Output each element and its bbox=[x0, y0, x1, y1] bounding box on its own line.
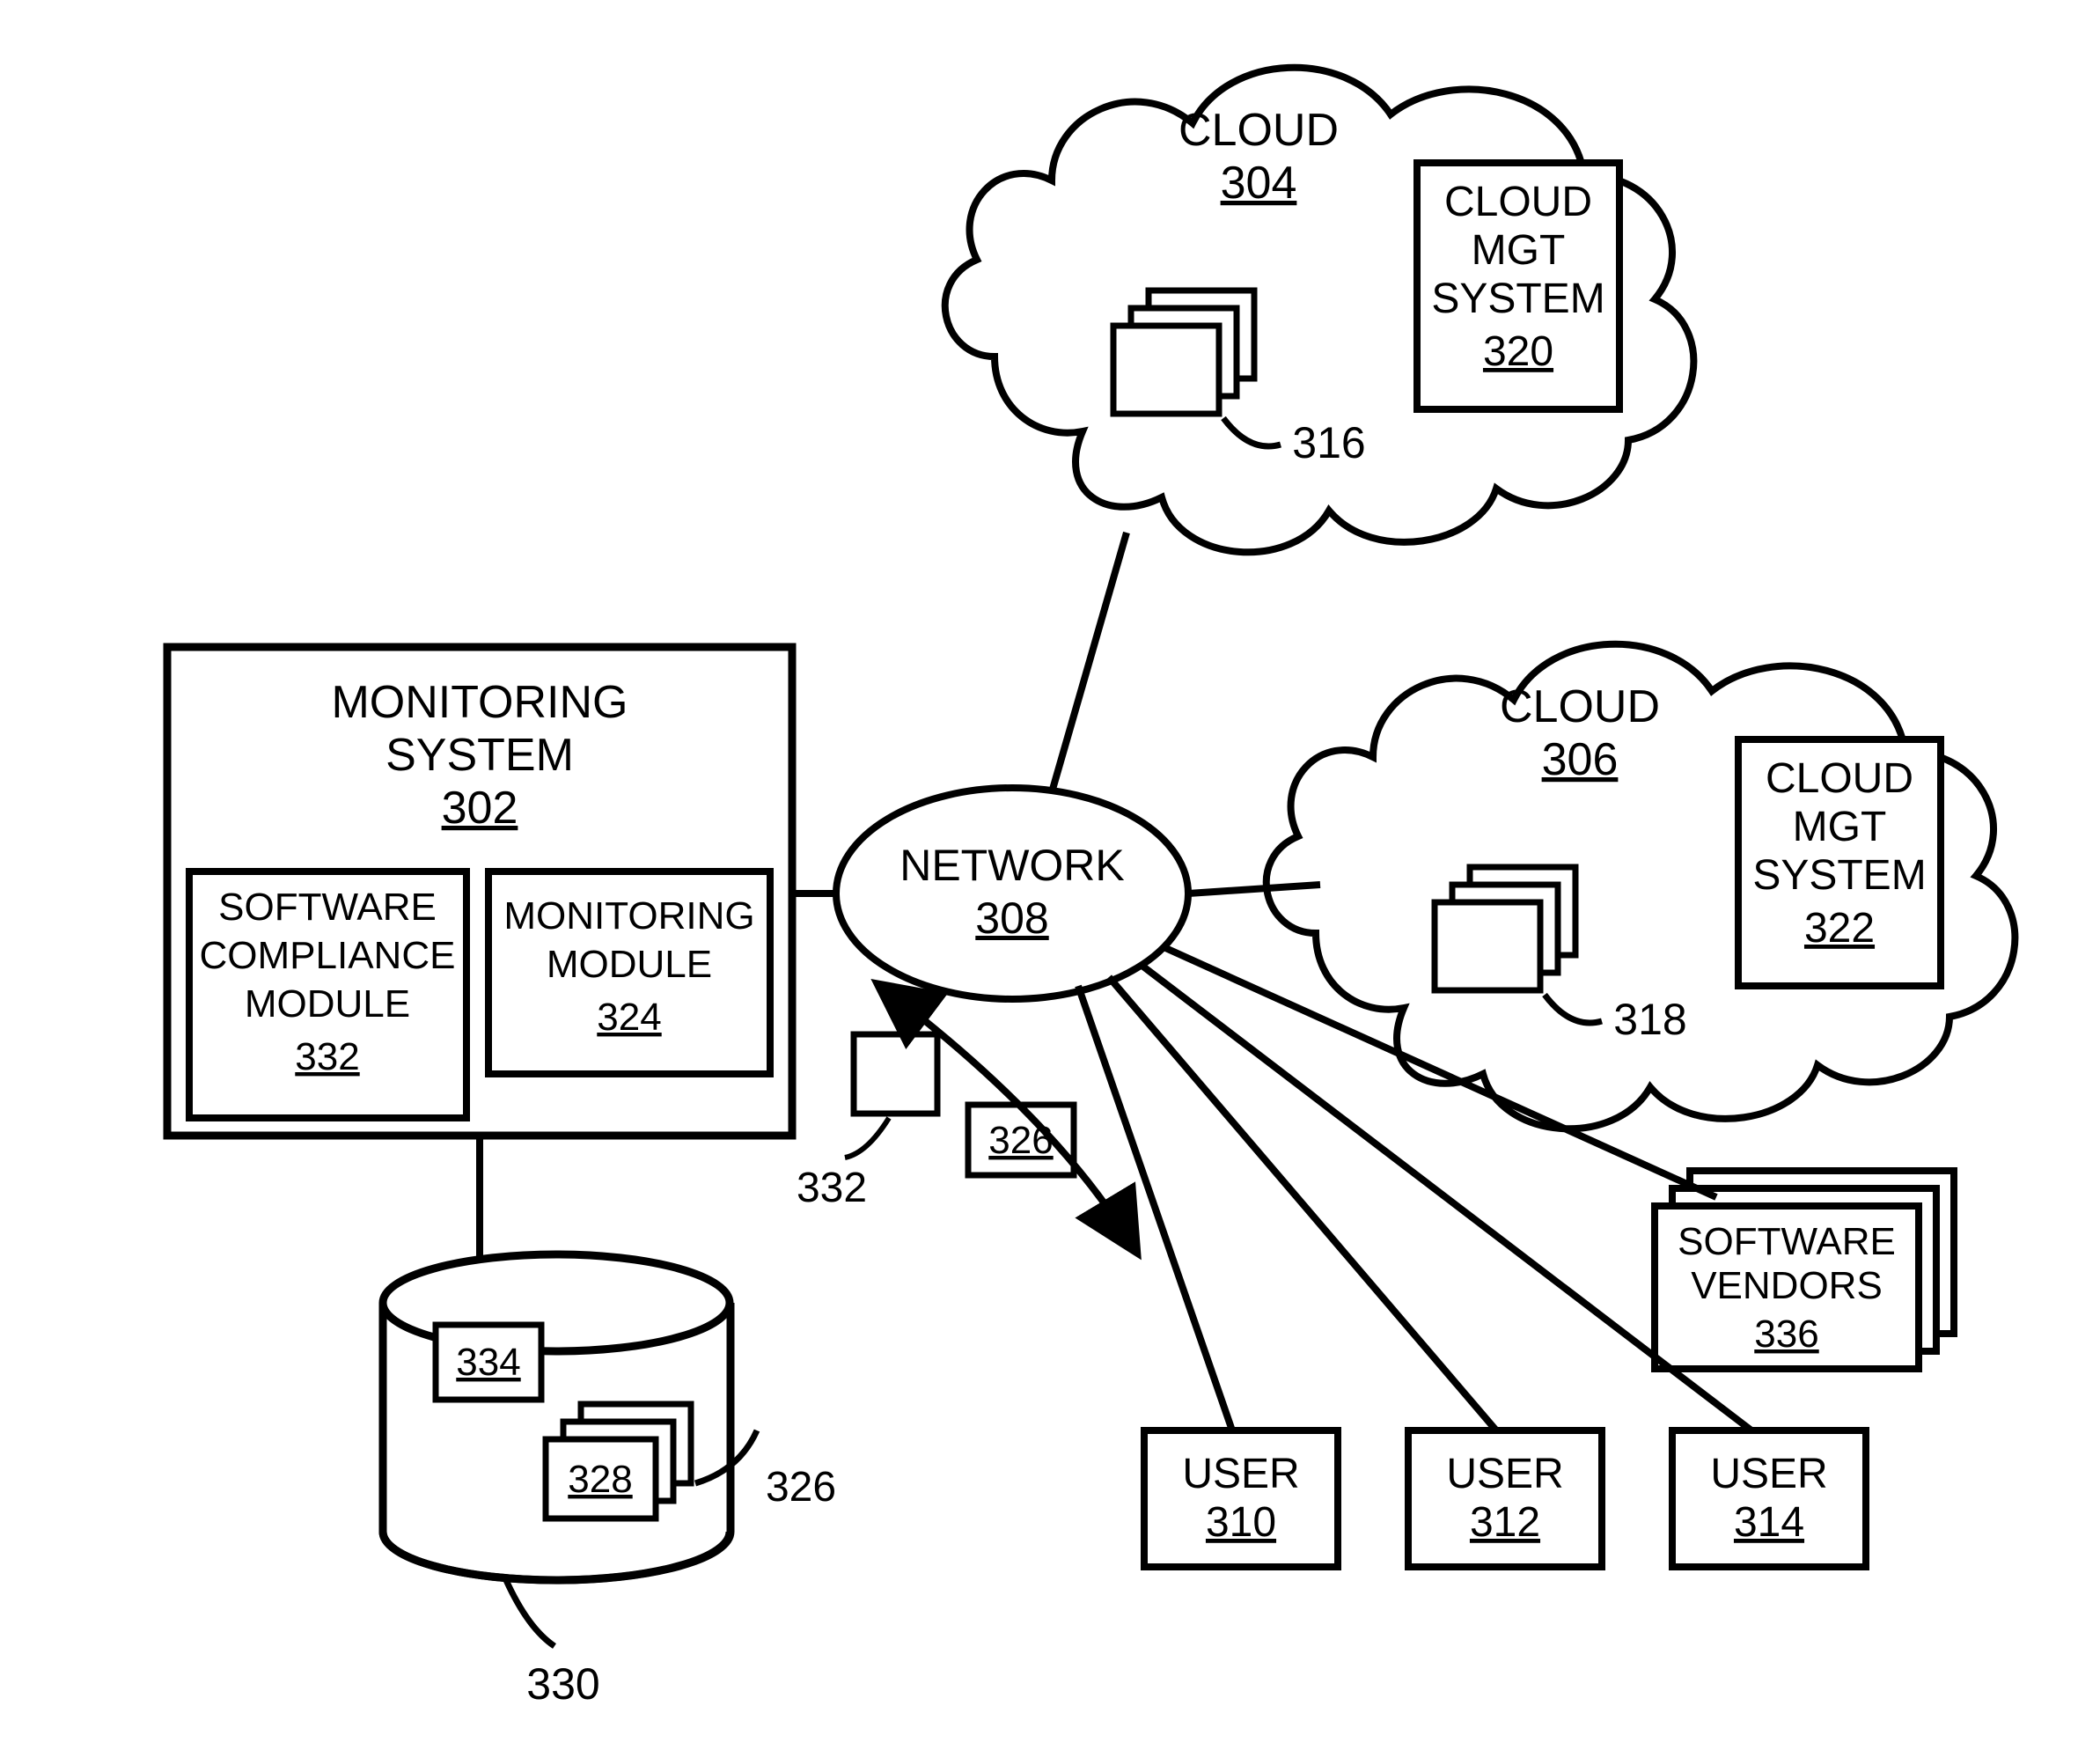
software-compliance-module: SOFTWARE COMPLIANCE MODULE 332 bbox=[189, 871, 466, 1118]
svg-text:SOFTWARE: SOFTWARE bbox=[218, 886, 437, 929]
cloud-306: CLOUD 306 318 CLOUD MGT SYSTEM 322 bbox=[1267, 644, 2016, 1129]
floating-box-332: 332 bbox=[797, 1034, 937, 1211]
db-330-ref: 330 bbox=[526, 1659, 599, 1709]
monitoring-module-ref: 324 bbox=[597, 996, 661, 1039]
floating-box-326: 326 bbox=[968, 1105, 1074, 1175]
network-node: NETWORK 308 bbox=[836, 788, 1188, 999]
svg-text:USER: USER bbox=[1446, 1451, 1563, 1497]
user-310: USER 310 bbox=[1144, 1430, 1338, 1567]
network-ref: 308 bbox=[975, 893, 1048, 943]
svg-text:CLOUD: CLOUD bbox=[1766, 755, 1913, 802]
cloud-304-title: CLOUD bbox=[1178, 105, 1339, 156]
db-item-334-ref: 334 bbox=[456, 1341, 520, 1384]
svg-text:MODULE: MODULE bbox=[547, 943, 712, 986]
svg-text:CLOUD: CLOUD bbox=[1444, 179, 1592, 225]
system-diagram: CLOUD 304 316 CLOUD MGT SYSTEM 320 CLOUD… bbox=[0, 0, 2100, 1750]
svg-text:MODULE: MODULE bbox=[245, 982, 410, 1026]
cloud-mgt-320-ref: 320 bbox=[1483, 328, 1553, 375]
cloud-mgt-322: CLOUD MGT SYSTEM 322 bbox=[1738, 739, 1941, 986]
svg-text:SYSTEM: SYSTEM bbox=[1431, 276, 1604, 322]
user-310-ref: 310 bbox=[1206, 1499, 1276, 1546]
svg-text:USER: USER bbox=[1182, 1451, 1299, 1497]
svg-text:USER: USER bbox=[1710, 1451, 1827, 1497]
cloud-306-ref: 306 bbox=[1542, 734, 1619, 785]
svg-text:SYSTEM: SYSTEM bbox=[1752, 852, 1926, 899]
db-item-328-ref: 328 bbox=[568, 1458, 632, 1501]
software-compliance-module-ref: 332 bbox=[295, 1035, 359, 1078]
database-330: 334 328 326 330 bbox=[383, 1254, 836, 1709]
network-title: NETWORK bbox=[899, 841, 1125, 890]
user-314-ref: 314 bbox=[1734, 1499, 1804, 1546]
monitoring-module: MONITORING MODULE 324 bbox=[488, 871, 770, 1074]
floating-332-ref: 332 bbox=[797, 1165, 867, 1211]
svg-text:SOFTWARE: SOFTWARE bbox=[1678, 1220, 1896, 1263]
svg-text:VENDORS: VENDORS bbox=[1691, 1264, 1883, 1307]
svg-text:MONITORING: MONITORING bbox=[503, 894, 754, 938]
user-312-ref: 312 bbox=[1470, 1499, 1540, 1546]
svg-text:SYSTEM: SYSTEM bbox=[385, 730, 574, 781]
cloud-306-title: CLOUD bbox=[1500, 681, 1660, 732]
svg-text:COMPLIANCE: COMPLIANCE bbox=[200, 934, 456, 977]
cloud-304-ref: 304 bbox=[1221, 158, 1297, 209]
svg-text:MGT: MGT bbox=[1793, 804, 1887, 850]
software-vendors: SOFTWARE VENDORS 336 bbox=[1655, 1171, 1954, 1369]
user-312: USER 312 bbox=[1408, 1430, 1602, 1567]
monitoring-system-ref: 302 bbox=[442, 783, 518, 834]
user-314: USER 314 bbox=[1672, 1430, 1866, 1567]
svg-text:MGT: MGT bbox=[1472, 227, 1566, 274]
vm-318-ref: 318 bbox=[1613, 995, 1686, 1044]
cloud-304: CLOUD 304 316 CLOUD MGT SYSTEM 320 bbox=[945, 68, 1694, 553]
svg-text:MONITORING: MONITORING bbox=[331, 677, 628, 728]
vm-316-ref: 316 bbox=[1292, 418, 1365, 467]
cloud-mgt-322-ref: 322 bbox=[1804, 905, 1875, 952]
monitoring-system: MONITORING SYSTEM 302 SOFTWARE COMPLIANC… bbox=[167, 647, 792, 1136]
cloud-mgt-320: CLOUD MGT SYSTEM 320 bbox=[1417, 163, 1619, 409]
db-leader-326-ref: 326 bbox=[766, 1464, 836, 1511]
software-vendors-ref: 336 bbox=[1754, 1312, 1818, 1356]
